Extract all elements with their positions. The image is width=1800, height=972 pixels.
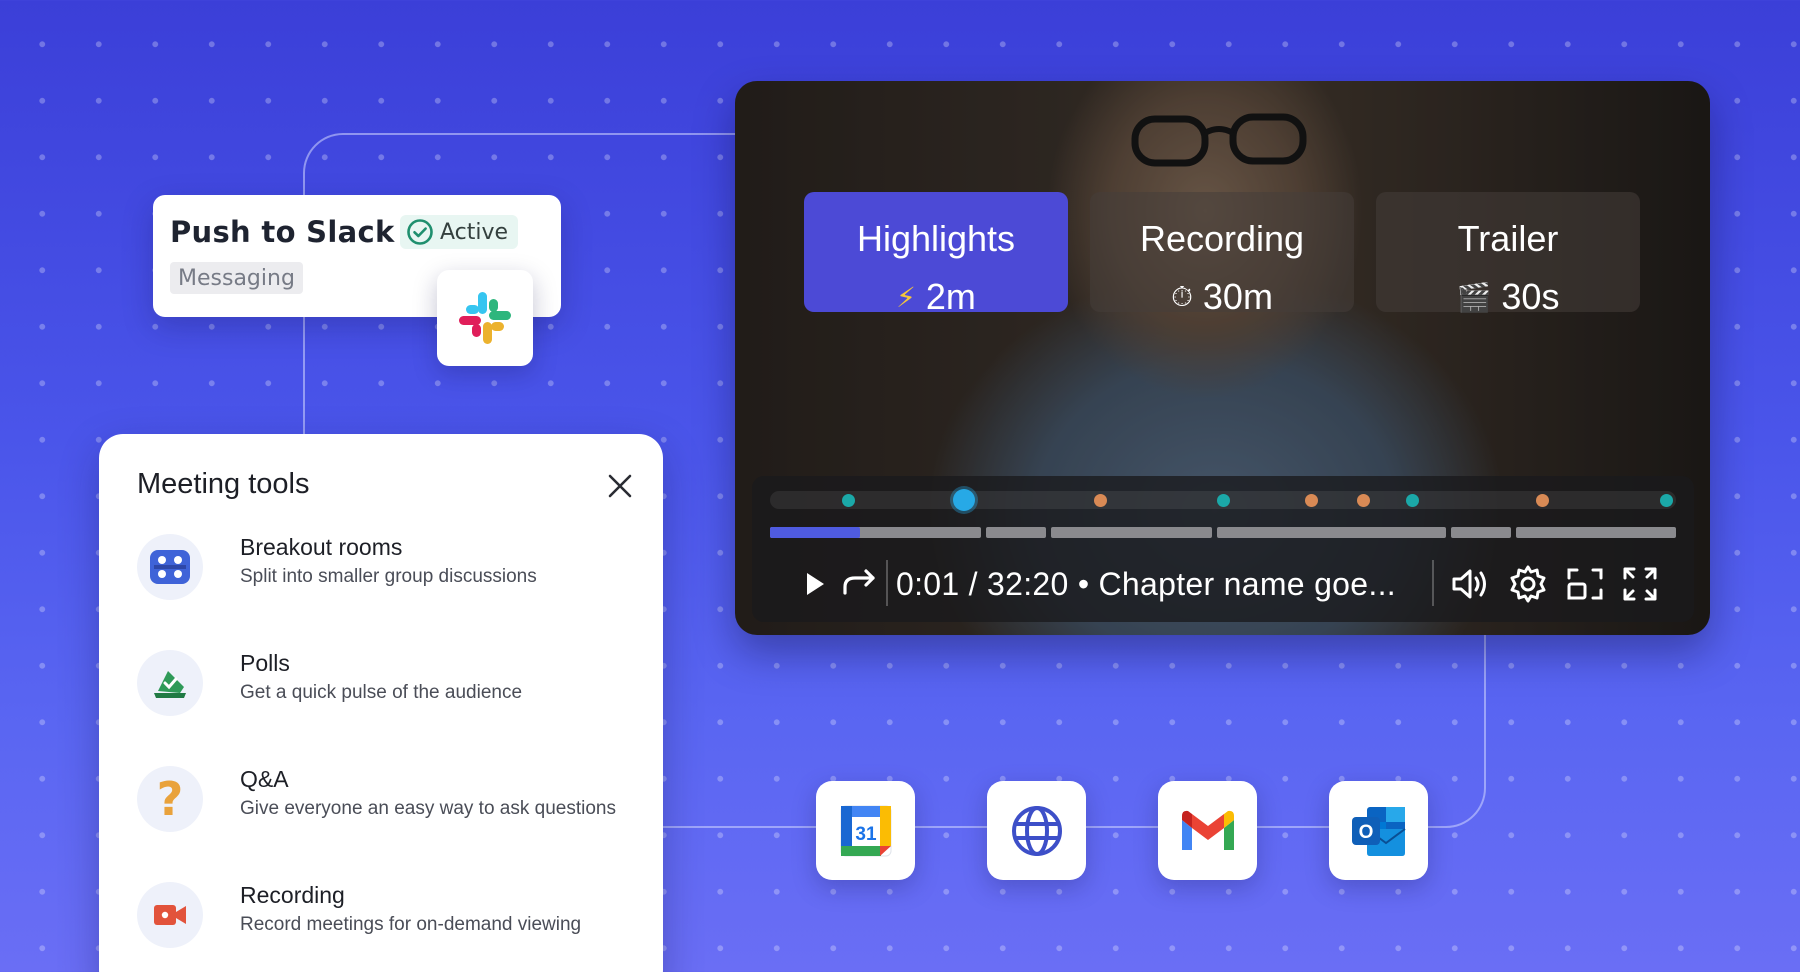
control-buttons-row: 0:01 / 32:20 • Chapter name goe...: [752, 556, 1694, 608]
outlook-icon: O: [1351, 806, 1406, 856]
chapter-marker[interactable]: [1660, 494, 1673, 507]
tab-duration: ⏱ 30m: [1090, 276, 1354, 318]
tab-duration-value: 30m: [1202, 276, 1273, 317]
close-icon[interactable]: [604, 470, 636, 502]
play-icon[interactable]: [792, 562, 836, 606]
chapter-marker[interactable]: [1536, 494, 1549, 507]
person-glasses: [1131, 113, 1307, 167]
web-globe-tile[interactable]: [987, 781, 1086, 880]
video-camera-icon: [137, 882, 203, 948]
status-badge: Active: [400, 215, 519, 249]
control-divider: [886, 560, 888, 606]
fullscreen-icon[interactable]: [1618, 562, 1662, 606]
video-player[interactable]: Highlights ⚡ 2m Recording ⏱ 30m Trailer …: [735, 81, 1710, 635]
tab-label: Recording: [1139, 218, 1305, 259]
progress-fill: [770, 527, 860, 538]
tab-duration-value: 30s: [1501, 276, 1560, 317]
progress-bar[interactable]: [770, 527, 1676, 538]
tab-trailer[interactable]: Trailer 🎬 30s: [1376, 192, 1640, 317]
tab-label: Trailer: [1457, 218, 1559, 259]
slack-logo-tile: [437, 270, 533, 366]
tool-item-recording[interactable]: Recording Record meetings for on-demand …: [137, 882, 637, 962]
chapter-marker[interactable]: [1094, 494, 1107, 507]
tool-name: Q&A: [240, 766, 289, 792]
playhead-marker[interactable]: [953, 489, 975, 511]
tab-highlights[interactable]: Highlights ⚡ 2m: [804, 192, 1068, 317]
google-calendar-icon: 31: [840, 805, 891, 856]
chapter-marker[interactable]: [1217, 494, 1230, 507]
tab-label: Highlights: [856, 218, 1016, 259]
outlook-letter: O: [1358, 822, 1373, 843]
status-badge-label: Active: [440, 219, 509, 245]
lightning-icon: ⚡: [896, 281, 916, 313]
check-circle-icon: [407, 219, 433, 245]
tool-item-breakout-rooms[interactable]: Breakout rooms Split into smaller group …: [137, 534, 637, 614]
settings-icon[interactable]: [1506, 562, 1550, 606]
chapter-segment[interactable]: [1051, 527, 1212, 538]
tab-duration-value: 2m: [925, 276, 976, 317]
stopwatch-icon: ⏱: [1171, 280, 1193, 312]
chapter-segment[interactable]: [1451, 527, 1511, 538]
tool-description: Record meetings for on-demand viewing: [240, 914, 582, 935]
tab-recording[interactable]: Recording ⏱ 30m: [1090, 192, 1354, 317]
tab-duration: ⚡ 2m: [804, 276, 1068, 318]
category-badge: Messaging: [170, 262, 303, 294]
forward-icon[interactable]: [838, 562, 882, 606]
volume-icon[interactable]: [1448, 562, 1492, 606]
gmail-tile[interactable]: [1158, 781, 1257, 880]
gmail-icon: [1181, 810, 1234, 850]
integration-title: Push to Slack: [170, 215, 395, 249]
question-icon: ?: [137, 766, 203, 832]
breakout-rooms-icon: [137, 534, 203, 600]
calendar-day: 31: [855, 824, 877, 845]
poll-icon: [137, 650, 203, 716]
chapter-marker[interactable]: [1305, 494, 1318, 507]
outlook-tile[interactable]: O: [1329, 781, 1428, 880]
web-globe-icon: [1011, 805, 1062, 856]
control-divider: [1432, 560, 1434, 606]
tool-name: Breakout rooms: [240, 534, 403, 560]
tool-item-polls[interactable]: Polls Get a quick pulse of the audience: [137, 650, 637, 730]
meeting-tools-panel: Meeting tools Breakout rooms Split into …: [99, 434, 663, 972]
panel-title: Meeting tools: [137, 468, 310, 500]
player-controls: 0:01 / 32:20 • Chapter name goe...: [752, 476, 1694, 622]
slack-icon: [459, 292, 511, 344]
tool-description: Split into smaller group discussions: [240, 566, 537, 587]
tab-duration: 🎬 30s: [1376, 276, 1640, 318]
clapperboard-icon: 🎬: [1456, 281, 1492, 313]
google-calendar-tile[interactable]: 31: [816, 781, 915, 880]
chapter-marker[interactable]: [842, 494, 855, 507]
tool-description: Get a quick pulse of the audience: [240, 682, 523, 703]
tool-item-qa[interactable]: ? Q&A Give everyone an easy way to ask q…: [137, 766, 637, 846]
tool-name: Polls: [240, 650, 290, 676]
chapter-segment[interactable]: [986, 527, 1046, 538]
tool-description: Give everyone an easy way to ask questio…: [240, 798, 616, 819]
time-and-chapter: 0:01 / 32:20 • Chapter name goe...: [896, 566, 1396, 602]
chapter-marker-track[interactable]: [770, 489, 1676, 511]
chapter-marker[interactable]: [1406, 494, 1419, 507]
chapter-segment[interactable]: [1217, 527, 1446, 538]
chapter-marker[interactable]: [1357, 494, 1370, 507]
chapter-segment[interactable]: [1516, 527, 1676, 538]
picture-in-picture-icon[interactable]: [1563, 562, 1607, 606]
tool-name: Recording: [240, 882, 345, 908]
